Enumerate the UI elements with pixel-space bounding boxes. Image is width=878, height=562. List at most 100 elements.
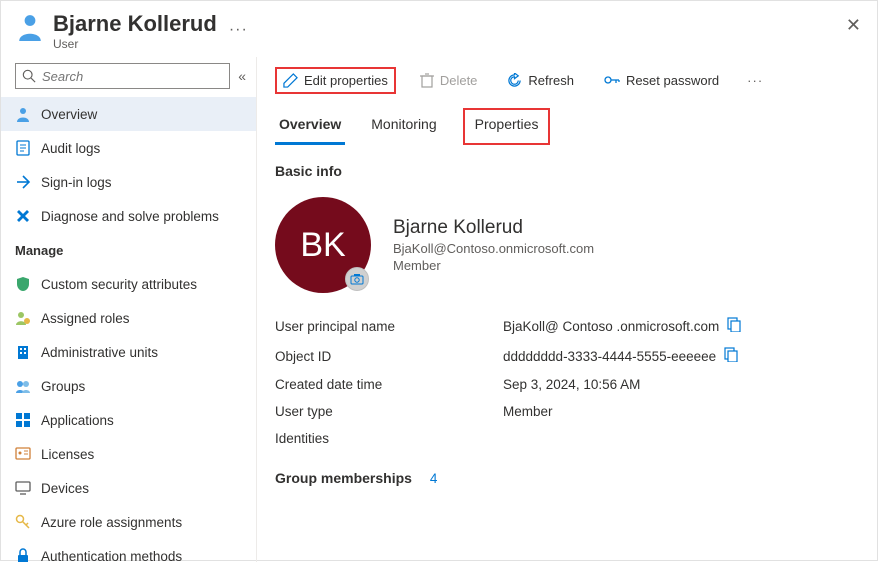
license-icon [15, 446, 31, 462]
sidebar-item-label: Azure role assignments [41, 515, 182, 530]
lock-icon [15, 548, 31, 562]
role-icon [15, 310, 31, 326]
groups-icon [15, 378, 31, 394]
sidebar-item-label: Diagnose and solve problems [41, 209, 219, 224]
sidebar-item-admin-units[interactable]: Administrative units [1, 335, 256, 369]
page-title: Bjarne Kollerud [53, 11, 217, 37]
search-field[interactable] [42, 69, 223, 84]
avatar[interactable]: BK [275, 197, 371, 293]
refresh-button[interactable]: Refresh [501, 69, 580, 92]
sidebar-item-azure-roles[interactable]: Azure role assignments [1, 505, 256, 539]
apps-icon [15, 412, 31, 428]
camera-icon[interactable] [345, 267, 369, 291]
oid-value: dddddddd-3333-4444-5555-eeeeee [503, 349, 716, 364]
toolbar-label: Delete [440, 73, 478, 88]
sidebar-item-label: Custom security attributes [41, 277, 197, 292]
header-more-button[interactable]: ··· [229, 21, 248, 39]
collapse-sidebar-button[interactable]: « [238, 68, 246, 84]
toolbar-more-button[interactable]: ··· [743, 69, 767, 92]
key-icon [15, 514, 31, 530]
tab-overview[interactable]: Overview [275, 108, 345, 145]
sidebar-item-applications[interactable]: Applications [1, 403, 256, 437]
section-basic-info: Basic info [275, 163, 859, 179]
sidebar-item-groups[interactable]: Groups [1, 369, 256, 403]
delete-button[interactable]: Delete [414, 69, 484, 92]
copy-icon[interactable] [724, 347, 738, 365]
tabs: Overview Monitoring Properties [275, 108, 859, 145]
sidebar-item-label: Groups [41, 379, 85, 394]
user-icon [15, 106, 31, 122]
reset-password-button[interactable]: Reset password [598, 69, 725, 92]
search-input[interactable] [15, 63, 230, 89]
identity-block: Bjarne Kollerud BjaKoll@Contoso.onmicros… [393, 217, 594, 273]
toolbar-label: Refresh [528, 73, 574, 88]
toolbar-label: Reset password [626, 73, 719, 88]
key-icon [604, 73, 620, 88]
close-icon[interactable]: ✕ [846, 15, 861, 36]
sidebar-item-auth-methods[interactable]: Authentication methods [1, 539, 256, 562]
kv-value: dddddddd-3333-4444-5555-eeeeee [503, 347, 738, 365]
basic-info-block: BK Bjarne Kollerud BjaKoll@Contoso.onmic… [275, 197, 859, 293]
title-block: Bjarne Kollerud User [53, 11, 217, 51]
kv-label: Identities [275, 431, 503, 446]
sidebar-item-audit-logs[interactable]: Audit logs [1, 131, 256, 165]
kv-value: Sep 3, 2024, 10:56 AM [503, 377, 640, 392]
row-upn: User principal name BjaKoll@ Contoso .on… [275, 317, 859, 335]
sidebar-item-signin-logs[interactable]: Sign-in logs [1, 165, 256, 199]
search-icon [22, 69, 36, 83]
document-icon [15, 140, 31, 156]
sidebar-item-label: Overview [41, 107, 97, 122]
user-upn: BjaKoll@Contoso.onmicrosoft.com [393, 241, 594, 256]
refresh-icon [507, 73, 522, 88]
membership-count[interactable]: 4 [430, 471, 438, 486]
kv-label: Object ID [275, 349, 503, 364]
row-object-id: Object ID dddddddd-3333-4444-5555-eeeeee [275, 347, 859, 365]
edit-properties-button[interactable]: Edit properties [275, 67, 396, 94]
sidebar-item-assigned-roles[interactable]: Assigned roles [1, 301, 256, 335]
sidebar-item-label: Licenses [41, 447, 94, 462]
device-icon [15, 480, 31, 496]
user-display-name: Bjarne Kollerud [393, 217, 594, 239]
sidebar-item-custom-security[interactable]: Custom security attributes [1, 267, 256, 301]
sidebar-item-label: Administrative units [41, 345, 158, 360]
user-type: Member [393, 258, 594, 273]
toolbar: Edit properties Delete Refresh Reset pas… [275, 67, 859, 94]
kv-label: User principal name [275, 319, 503, 334]
kv-label: Created date time [275, 377, 503, 392]
sidebar-item-devices[interactable]: Devices [1, 471, 256, 505]
main-content: Edit properties Delete Refresh Reset pas… [257, 57, 877, 562]
sidebar-item-label: Sign-in logs [41, 175, 112, 190]
tab-properties[interactable]: Properties [463, 108, 551, 145]
section-manage-label: Manage [1, 233, 256, 267]
tab-monitoring[interactable]: Monitoring [367, 108, 440, 145]
kv-label: User type [275, 404, 503, 419]
kv-value: Member [503, 404, 553, 419]
sidebar-item-label: Audit logs [41, 141, 100, 156]
shield-icon [15, 276, 31, 292]
pencil-icon [283, 73, 298, 88]
kv-value: BjaKoll@ Contoso .onmicrosoft.com [503, 317, 741, 335]
sidebar-item-label: Authentication methods [41, 549, 182, 562]
panel-header: Bjarne Kollerud User ··· ✕ [1, 1, 877, 57]
sidebar-item-diagnose[interactable]: Diagnose and solve problems [1, 199, 256, 233]
sidebar-item-label: Assigned roles [41, 311, 130, 326]
page-subtitle: User [53, 37, 217, 51]
group-memberships: Group memberships 4 [275, 470, 859, 486]
toolbar-label: Edit properties [304, 73, 388, 88]
trash-icon [420, 73, 434, 88]
user-icon [17, 13, 43, 44]
sidebar-item-label: Devices [41, 481, 89, 496]
row-identities: Identities [275, 431, 859, 446]
row-user-type: User type Member [275, 404, 859, 419]
membership-label: Group memberships [275, 470, 412, 486]
sidebar-item-licenses[interactable]: Licenses [1, 437, 256, 471]
row-created: Created date time Sep 3, 2024, 10:56 AM [275, 377, 859, 392]
copy-icon[interactable] [727, 317, 741, 335]
wrench-icon [15, 208, 31, 224]
building-icon [15, 344, 31, 360]
sidebar-item-overview[interactable]: Overview [1, 97, 256, 131]
sidebar: « Overview Audit logs Sign-in logs Diagn… [1, 57, 257, 562]
upn-value: BjaKoll@ Contoso .onmicrosoft.com [503, 319, 719, 334]
signin-icon [15, 174, 31, 190]
sidebar-item-label: Applications [41, 413, 114, 428]
